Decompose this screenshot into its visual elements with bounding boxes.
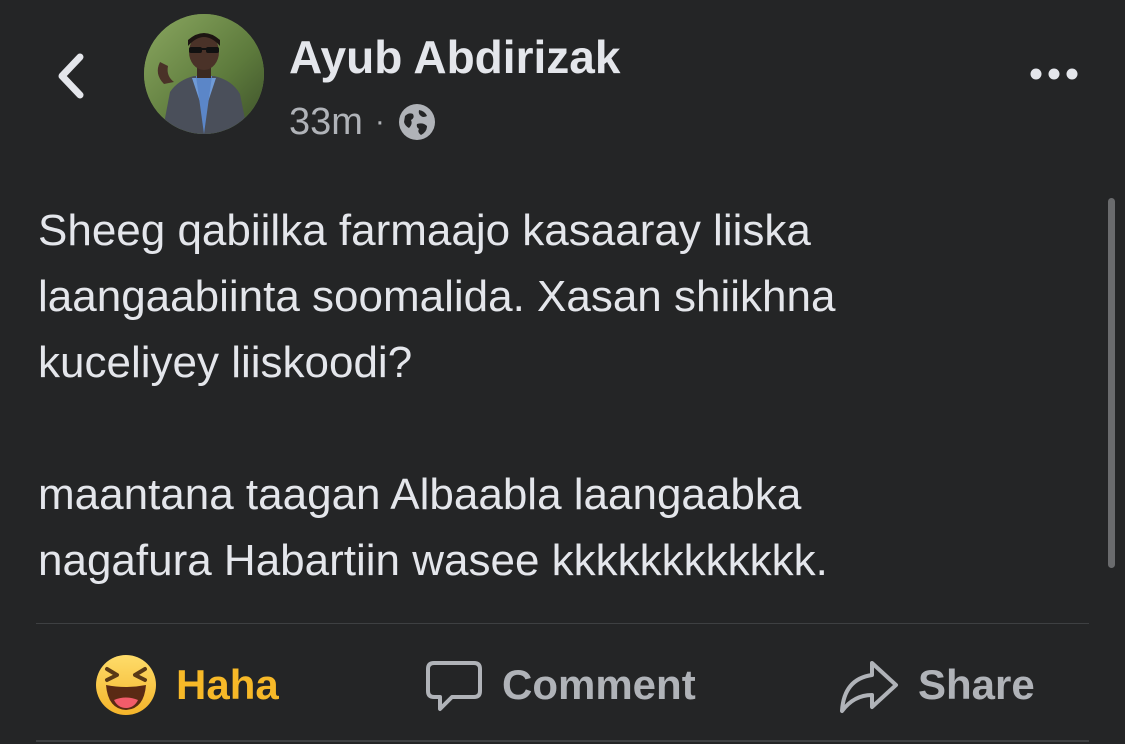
meta-separator: · xyxy=(374,105,385,138)
comment-label: Comment xyxy=(502,661,696,708)
more-horizontal-icon xyxy=(1030,68,1078,80)
post-paragraph: maantana taagan Albaabla laangaabka naga… xyxy=(38,470,828,585)
globe-icon[interactable] xyxy=(397,102,437,142)
back-button[interactable] xyxy=(46,46,96,106)
comment-icon xyxy=(426,661,482,711)
author-name[interactable]: Ayub Abdirizak xyxy=(289,30,620,84)
divider xyxy=(36,623,1089,624)
post-paragraph: Sheeg qabiilka farmaajo kasaaray liiska … xyxy=(38,206,836,387)
haha-label: Haha xyxy=(176,661,279,708)
haha-reaction-button[interactable]: Haha xyxy=(94,650,279,720)
bottom-divider xyxy=(36,740,1089,742)
scrollbar[interactable] xyxy=(1108,198,1115,568)
more-options-button[interactable] xyxy=(1022,54,1086,94)
share-label: Share xyxy=(918,661,1035,708)
post-meta: 33m · xyxy=(289,98,437,146)
chevron-left-icon xyxy=(58,53,84,99)
comment-button[interactable]: Comment xyxy=(424,650,696,720)
avatar-photo xyxy=(144,14,264,134)
post-text: Sheeg qabiilka farmaajo kasaaray liiska … xyxy=(38,198,1078,594)
post-view: Ayub Abdirizak 33m · Sheeg qabiilka farm… xyxy=(0,0,1125,744)
post-timestamp[interactable]: 33m xyxy=(289,101,363,144)
haha-emoji-icon xyxy=(96,655,156,715)
avatar[interactable] xyxy=(144,14,264,134)
share-button[interactable]: Share xyxy=(838,650,1035,720)
share-arrow-icon xyxy=(840,661,898,713)
